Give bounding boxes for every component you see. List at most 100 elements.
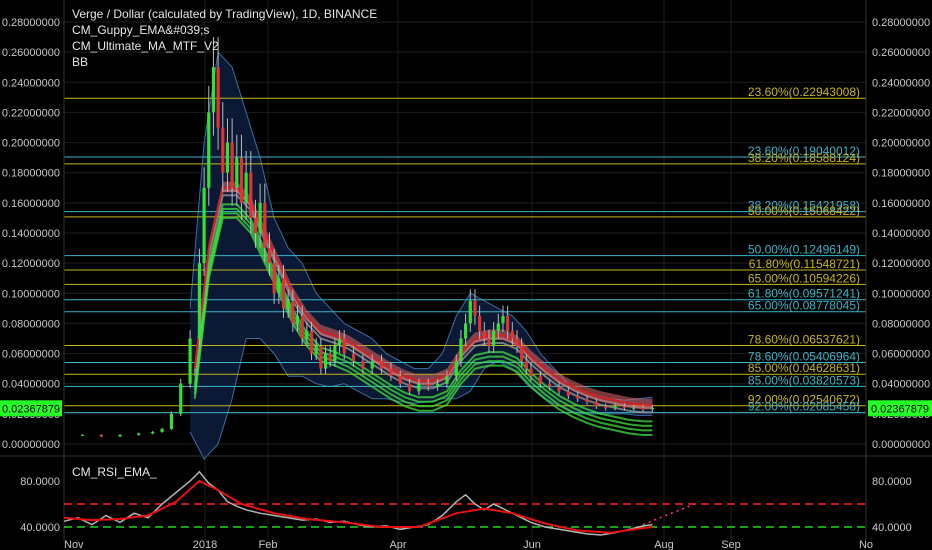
candle-body <box>622 406 626 408</box>
candle-body <box>342 338 346 354</box>
price-axis-label-right: 0.06000000 <box>872 349 930 361</box>
fib-level-label: 38.20%(0.18588124) <box>748 151 860 165</box>
time-axis-label: Apr <box>389 539 406 550</box>
candle-body <box>426 383 430 387</box>
price-axis-label-right: 0.16000000 <box>872 198 930 210</box>
candle-body <box>118 434 122 437</box>
candle-body <box>230 142 234 188</box>
candle-body <box>473 300 477 316</box>
last-price-label-right: 0.02367879 <box>871 403 929 415</box>
indicator-guppy[interactable]: CM_Guppy_EMA&#039;s <box>72 22 377 38</box>
candle-body <box>81 434 85 436</box>
price-axis-label-right: 0.04000000 <box>872 379 930 391</box>
candle-body <box>235 157 239 188</box>
candle-body <box>468 300 472 324</box>
price-axis-label-right: 0.28000000 <box>872 17 930 29</box>
price-axis-label-right: 0.26000000 <box>872 47 930 59</box>
candle-body <box>351 353 356 362</box>
price-axis-label-right: 0.10000000 <box>872 288 930 300</box>
candle-body <box>323 353 328 369</box>
price-axis-label-left: 0.12000000 <box>2 258 60 270</box>
candle-body <box>538 376 542 384</box>
fib-level-label: 23.60%(0.22943008) <box>748 85 860 99</box>
last-price-label-left: 0.02367879 <box>2 403 60 415</box>
price-axis-label-left: 0.16000000 <box>2 198 60 210</box>
candle-body <box>585 398 589 402</box>
candle-body <box>272 263 276 294</box>
price-axis-label-left: 0.18000000 <box>2 168 60 180</box>
price-axis-label-left: 0.06000000 <box>2 349 60 361</box>
candle-body <box>515 338 519 347</box>
candle-body <box>253 217 258 233</box>
candle-body <box>291 300 295 324</box>
fib-level-label: 65.00%(0.08778045) <box>748 299 860 313</box>
candle-body <box>576 395 580 399</box>
candle-body <box>557 386 561 392</box>
time-axis-label: Aug <box>654 539 674 550</box>
price-axis-label-left: 0.08000000 <box>2 318 60 330</box>
fib-level-label: 65.00%(0.10594226) <box>748 271 860 285</box>
candle-body <box>305 330 309 339</box>
price-axis-label-right: 0.24000000 <box>872 77 930 89</box>
candle-body <box>249 172 253 218</box>
price-axis-label-left: 0.24000000 <box>2 77 60 89</box>
candle-body <box>501 315 505 324</box>
candle-body <box>632 407 636 409</box>
candle-body <box>454 361 458 377</box>
time-axis-label: No <box>859 539 873 550</box>
candle-body <box>506 315 510 331</box>
time-axis-label: Nov <box>64 539 84 550</box>
candle-body <box>389 368 393 377</box>
candle-body <box>314 346 318 354</box>
candle-body <box>151 431 155 434</box>
candle-body <box>566 391 570 396</box>
candle-body <box>197 263 202 339</box>
rsi-axis-label-left: 40.0000 <box>20 522 60 534</box>
candle-body <box>207 112 211 188</box>
rsi-axis-label-right: 80.0000 <box>872 476 912 488</box>
rsi-title[interactable]: CM_RSI_EMA_ <box>72 465 157 479</box>
indicator-bb[interactable]: BB <box>72 54 377 70</box>
time-axis-label: Feb <box>259 539 278 550</box>
candle-body <box>225 142 230 173</box>
price-axis-label-right: 0.22000000 <box>872 107 930 119</box>
candle-body <box>337 338 342 347</box>
price-axis-label-right: 0.08000000 <box>872 318 930 330</box>
fib-level-label: 78.60%(0.06537621) <box>748 332 860 346</box>
candle-body <box>179 383 183 414</box>
candle-body <box>478 315 482 331</box>
candle-body <box>398 376 402 384</box>
time-axis-label: Sep <box>721 539 741 550</box>
legend: Verge / Dollar (calculated by TradingVie… <box>72 6 377 70</box>
candle-body <box>613 406 617 408</box>
candle-body <box>417 383 421 392</box>
candle-body <box>319 346 323 369</box>
candle-body <box>496 323 500 331</box>
candle-body <box>244 172 248 203</box>
price-axis-label-left: 0.14000000 <box>2 228 60 240</box>
candle-body <box>445 376 449 384</box>
candle-body <box>309 330 314 354</box>
candle-body <box>221 127 225 173</box>
candle-body <box>641 407 645 410</box>
candle-body <box>459 338 463 362</box>
price-axis-label-left: 0.20000000 <box>2 138 60 150</box>
price-axis-label-left: 0.04000000 <box>2 379 60 391</box>
price-axis-label-right: 0.12000000 <box>872 258 930 270</box>
candle-body <box>492 330 496 347</box>
candle-body <box>239 157 244 203</box>
candle-body <box>529 368 533 377</box>
candle-body <box>548 383 552 387</box>
candle-body <box>482 330 486 339</box>
price-axis-label-right: 0.14000000 <box>872 228 930 240</box>
candle-body <box>295 315 300 324</box>
indicator-ultimate-ma[interactable]: CM_Ultimate_MA_MTF_V2 <box>72 38 377 54</box>
price-axis-label-right: 0.20000000 <box>872 138 930 150</box>
candle-body <box>650 407 655 410</box>
price-axis-label-left: 0.26000000 <box>2 47 60 59</box>
candle-body <box>300 315 304 339</box>
fib-level-label: 61.80%(0.11548721) <box>749 257 860 271</box>
candle-body <box>361 361 365 369</box>
price-axis-label-left: 0.00000000 <box>2 439 60 451</box>
candle-body <box>160 428 164 432</box>
